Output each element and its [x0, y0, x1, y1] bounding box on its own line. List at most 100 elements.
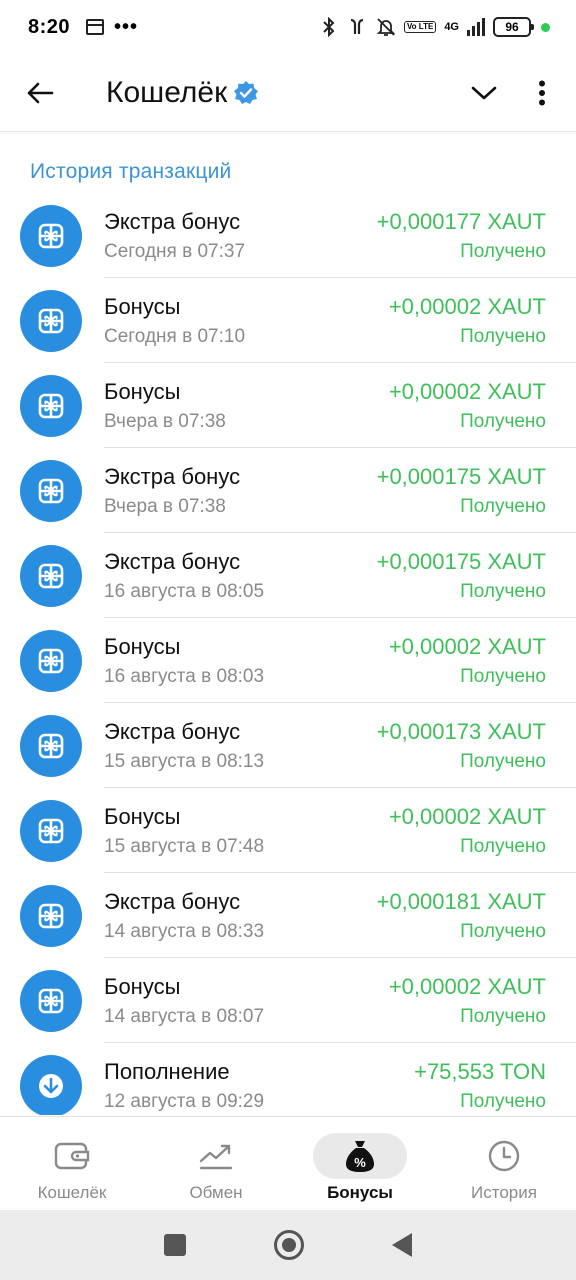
transaction-values: +0,00002 XAUT Получено — [389, 379, 546, 433]
status-icons: Vo LTE 4G 96 — [320, 17, 550, 37]
back-arrow-icon — [27, 82, 54, 103]
status-bar: 8:20 ••• Vo LTE 4G 96 — [0, 0, 576, 54]
transaction-name: Экстра бонус — [104, 718, 241, 744]
back-button[interactable] — [0, 54, 80, 132]
verified-badge-icon — [233, 80, 259, 106]
transaction-row[interactable]: Экстра бонус Вчера в 07:38 +0,000175 XAU… — [0, 448, 576, 533]
transaction-name: Экстра бонус — [104, 888, 241, 914]
transaction-name: Бонусы — [104, 973, 181, 999]
transaction-amount: +0,000173 XAUT — [376, 718, 546, 744]
transaction-status: Получено — [460, 325, 546, 347]
percent-bag-icon: % — [346, 1141, 374, 1172]
transaction-texts: Экстра бонус 14 августа в 08:33 — [104, 889, 264, 943]
transaction-texts: Экстра бонус Сегодня в 07:37 — [104, 209, 245, 263]
transaction-row[interactable]: Бонусы 14 августа в 08:07 +0,00002 XAUT … — [0, 958, 576, 1043]
mute-bell-icon — [376, 18, 396, 36]
nav-item-exchange[interactable]: Обмен — [144, 1117, 288, 1210]
transaction-status: Получено — [460, 495, 546, 517]
transaction-values: +0,000175 XAUT Получено — [377, 549, 546, 603]
nav-label-exchange: Обмен — [189, 1183, 243, 1202]
svg-text:%: % — [354, 1155, 366, 1170]
transaction-values: +0,000181 XAUT Получено — [377, 889, 546, 943]
transaction-values: +75,553 TON Получено — [414, 1059, 546, 1113]
transaction-name: Бонусы — [104, 293, 181, 319]
transaction-date: Вчера в 07:38 — [104, 495, 226, 517]
transaction-name: Бонусы — [104, 803, 181, 829]
transaction-status: Получено — [460, 665, 546, 687]
transaction-name: Бонусы — [104, 378, 181, 404]
transaction-date: Сегодня в 07:10 — [104, 325, 246, 347]
transaction-status: Получено — [460, 750, 546, 772]
transaction-amount: +0,000175 XAUT — [376, 463, 546, 489]
nav-label-history: История — [471, 1183, 537, 1202]
gift-icon — [20, 799, 82, 862]
privacy-indicator-dot — [541, 22, 550, 32]
transaction-status: Получено — [460, 1090, 546, 1112]
transaction-name: Экстра бонус — [104, 208, 241, 234]
transaction-values: +0,000173 XAUT Получено — [377, 719, 546, 773]
more-notifications-icon: ••• — [114, 15, 139, 38]
page-title: Кошелёк — [106, 75, 228, 109]
gift-icon — [20, 204, 82, 267]
gift-icon — [20, 459, 82, 522]
transaction-amount: +0,000181 XAUT — [376, 888, 546, 914]
transaction-date: Сегодня в 07:37 — [104, 240, 246, 262]
nav-item-bonuses[interactable]: % Бонусы — [288, 1117, 432, 1210]
transaction-row[interactable]: Бонусы Сегодня в 07:10 +0,00002 XAUT Пол… — [0, 278, 576, 363]
more-vertical-icon — [539, 80, 545, 105]
transaction-row[interactable]: Бонусы 16 августа в 08:03 +0,00002 XAUT … — [0, 618, 576, 703]
account-dropdown-button[interactable] — [456, 54, 512, 132]
recents-button[interactable] — [164, 1234, 186, 1256]
transaction-values: +0,00002 XAUT Получено — [389, 804, 546, 858]
battery-icon: 96 — [493, 17, 534, 37]
gift-icon — [20, 289, 82, 352]
transaction-row[interactable]: Экстра бонус 14 августа в 08:33 +0,00018… — [0, 873, 576, 958]
transaction-date: 16 августа в 08:05 — [104, 580, 265, 602]
earbuds-icon — [350, 18, 364, 34]
calendar-icon — [86, 19, 105, 35]
nav-item-wallet[interactable]: Кошелёк — [0, 1117, 144, 1210]
transaction-texts: Экстра бонус 15 августа в 08:13 — [104, 719, 264, 773]
system-back-button[interactable] — [392, 1233, 412, 1257]
home-button[interactable] — [274, 1230, 304, 1260]
transaction-amount: +0,00002 XAUT — [388, 973, 546, 999]
transaction-amount: +0,00002 XAUT — [388, 293, 546, 319]
transaction-list[interactable]: Экстра бонус Сегодня в 07:37 +0,000177 X… — [0, 193, 576, 1115]
transaction-amount: +0,000177 XAUT — [376, 208, 546, 234]
transaction-row[interactable]: Бонусы 15 августа в 07:48 +0,00002 XAUT … — [0, 788, 576, 873]
transaction-name: Пополнение — [104, 1058, 230, 1084]
transaction-row[interactable]: Экстра бонус Сегодня в 07:37 +0,000177 X… — [0, 193, 576, 278]
transaction-status: Получено — [460, 920, 546, 942]
transaction-date: 15 августа в 07:48 — [104, 835, 265, 857]
transaction-texts: Пополнение 12 августа в 09:29 — [104, 1059, 264, 1113]
transaction-date: 15 августа в 08:13 — [104, 750, 265, 772]
bluetooth-icon — [323, 17, 335, 37]
transaction-values: +0,000175 XAUT Получено — [377, 464, 546, 518]
transaction-date: 14 августа в 08:33 — [104, 920, 265, 942]
system-navigation-bar — [0, 1210, 576, 1280]
gift-icon — [20, 629, 82, 692]
transaction-texts: Бонусы 15 августа в 07:48 — [104, 804, 264, 858]
nav-label-wallet: Кошелёк — [37, 1183, 107, 1202]
transaction-row[interactable]: Экстра бонус 16 августа в 08:05 +0,00017… — [0, 533, 576, 618]
status-time: 8:20 — [28, 15, 71, 38]
transaction-values: +0,00002 XAUT Получено — [389, 974, 546, 1028]
transaction-status: Получено — [460, 1005, 546, 1027]
nav-label-bonuses: Бонусы — [327, 1183, 393, 1202]
transaction-amount: +0,00002 XAUT — [388, 803, 546, 829]
transaction-date: Вчера в 07:38 — [104, 410, 226, 432]
transaction-row[interactable]: Экстра бонус 15 августа в 08:13 +0,00017… — [0, 703, 576, 788]
section-title-history: История транзакций — [30, 160, 232, 183]
transaction-row[interactable]: Пополнение 12 августа в 09:29 +75,553 TO… — [0, 1043, 576, 1115]
transaction-row[interactable]: Бонусы Вчера в 07:38 +0,00002 XAUT Получ… — [0, 363, 576, 448]
app-header: Кошелёк — [0, 54, 576, 132]
transaction-status: Получено — [460, 410, 546, 432]
signal-icon — [467, 18, 485, 36]
transaction-name: Бонусы — [104, 633, 181, 659]
transaction-date: 12 августа в 09:29 — [104, 1090, 265, 1112]
chevron-down-icon — [471, 86, 497, 99]
more-options-button[interactable] — [512, 54, 572, 132]
transaction-amount: +0,00002 XAUT — [388, 378, 546, 404]
title-group: Кошелёк — [106, 76, 259, 110]
nav-item-history[interactable]: История — [432, 1117, 576, 1210]
